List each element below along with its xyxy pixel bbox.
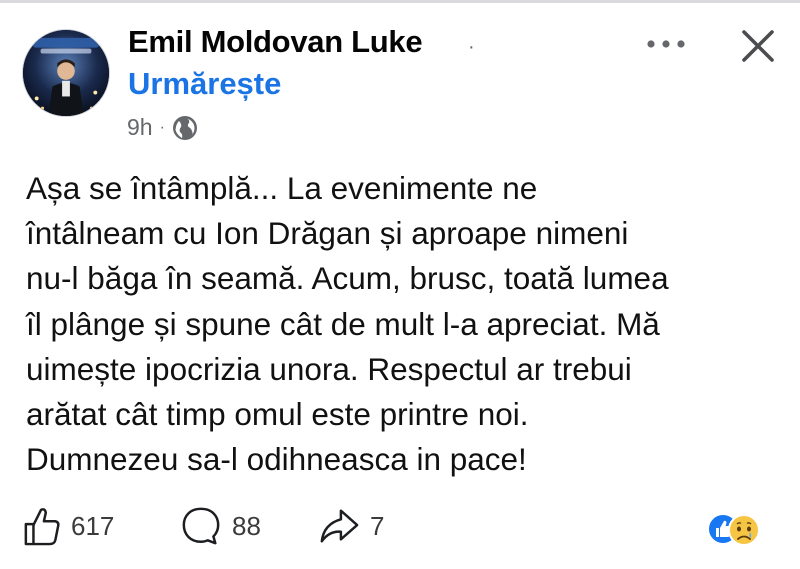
post-text-line: arătat cât timp omul este printre noi. (26, 396, 529, 433)
share-icon (320, 509, 359, 543)
share-button[interactable]: 7 (318, 505, 384, 547)
post-actions: 617 88 7 (0, 505, 800, 555)
comment-icon (182, 507, 220, 545)
post-text-line: Așa se întâmplă... La evenimente ne (26, 170, 538, 206)
name-separator: · (468, 36, 475, 58)
like-count: 617 (71, 510, 115, 541)
post-text-line: uimește ipocrizia unora. Respectul ar tr… (26, 350, 632, 387)
comment-count: 88 (232, 510, 261, 541)
more-horizontal-icon (647, 40, 685, 48)
top-divider (0, 0, 800, 3)
post-text-line: întâlneam cu Ion Drăgan și aproape nimen… (26, 215, 629, 252)
post-text-line: îl plânge și spune cât de mult l-a aprec… (26, 305, 660, 342)
globe-icon[interactable] (172, 115, 198, 141)
post-text: Așa se întâmplă... La evenimente ne întâ… (26, 166, 786, 482)
post-meta: 9h · (127, 114, 198, 141)
avatar[interactable] (22, 29, 110, 117)
comment-button[interactable]: 88 (180, 505, 261, 547)
sad-reaction-icon (728, 514, 760, 546)
reaction-summary[interactable] (706, 510, 762, 550)
share-count: 7 (370, 510, 385, 541)
post-text-line: nu-l băga în seamă. Acum, brusc, toată l… (26, 260, 669, 297)
follow-button[interactable]: Urmărește (128, 66, 281, 102)
post-text-line: Dumnezeu sa-l odihneasca in pace! (26, 441, 527, 478)
thumbs-up-icon (24, 508, 60, 546)
meta-separator: · (159, 118, 165, 136)
post-time[interactable]: 9h (127, 114, 153, 141)
like-button[interactable]: 617 (23, 505, 114, 547)
close-button[interactable] (738, 26, 778, 66)
close-icon (742, 30, 774, 62)
avatar-image (23, 30, 109, 116)
reaction-icons (707, 513, 760, 546)
more-options-button[interactable] (640, 26, 692, 58)
author-name[interactable]: Emil Moldovan Luke (128, 24, 423, 60)
